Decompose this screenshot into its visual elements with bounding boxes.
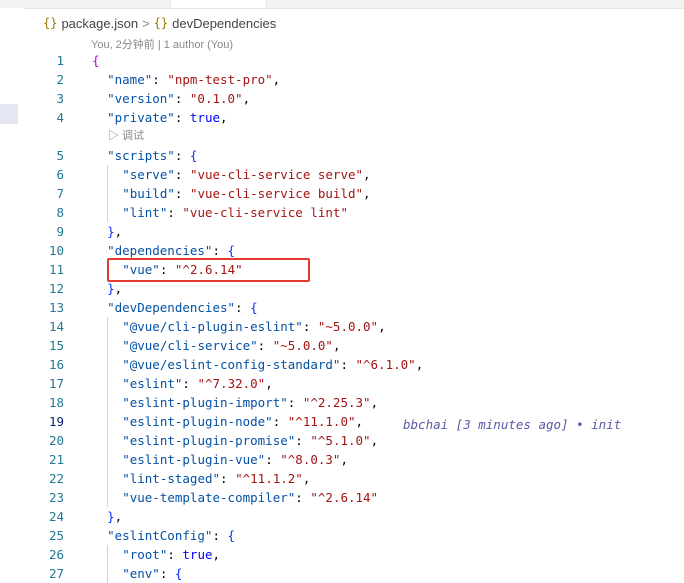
code-line[interactable]: 10 "dependencies": { bbox=[0, 241, 684, 260]
code-line[interactable]: 1{ bbox=[0, 51, 684, 70]
json-braces-icon: {} bbox=[153, 16, 169, 30]
code-line[interactable]: 18 "eslint-plugin-import": "^2.25.3", bbox=[0, 393, 684, 412]
code-line[interactable]: 22 "lint-staged": "^11.1.2", bbox=[0, 469, 684, 488]
line-number: 19 bbox=[48, 414, 64, 429]
git-blame-annotation: bbchai [3 minutes ago] • init bbox=[403, 417, 622, 432]
line-number: 26 bbox=[48, 547, 64, 562]
line-number: 21 bbox=[48, 452, 64, 467]
code-text[interactable]: "name": "npm-test-pro", bbox=[107, 70, 280, 89]
code-line[interactable]: 5 "scripts": { bbox=[0, 146, 684, 165]
line-number: 2 bbox=[56, 72, 64, 87]
line-number: 15 bbox=[48, 338, 64, 353]
line-number: 17 bbox=[48, 376, 64, 391]
tab-bar bbox=[0, 0, 684, 9]
line-number: 11 bbox=[48, 262, 64, 277]
code-text[interactable]: "@vue/eslint-config-standard": "^6.1.0", bbox=[122, 355, 423, 374]
code-text[interactable]: }, bbox=[107, 507, 122, 526]
line-number: 27 bbox=[48, 566, 64, 581]
code-line[interactable]: 23 "vue-template-compiler": "^2.6.14" bbox=[0, 488, 684, 507]
code-line[interactable]: 15 "@vue/cli-service": "~5.0.0", bbox=[0, 336, 684, 355]
line-number: 23 bbox=[48, 490, 64, 505]
code-text[interactable]: "@vue/cli-service": "~5.0.0", bbox=[122, 336, 340, 355]
code-text[interactable]: "devDependencies": { bbox=[107, 298, 258, 317]
line-number: 5 bbox=[56, 148, 64, 163]
breadcrumb-section[interactable]: devDependencies bbox=[172, 16, 276, 31]
code-line[interactable]: 21 "eslint-plugin-vue": "^8.0.3", bbox=[0, 450, 684, 469]
code-text[interactable]: "lint-staged": "^11.1.2", bbox=[122, 469, 310, 488]
breadcrumb-file[interactable]: package.json bbox=[61, 16, 138, 31]
code-text[interactable]: "build": "vue-cli-service build", bbox=[122, 184, 370, 203]
codelens-debug-button[interactable]: ▷ 调试 bbox=[108, 127, 144, 143]
code-line[interactable]: 16 "@vue/eslint-config-standard": "^6.1.0… bbox=[0, 355, 684, 374]
code-line[interactable]: 12}, bbox=[0, 279, 684, 298]
line-number: 18 bbox=[48, 395, 64, 410]
code-text[interactable]: "lint": "vue-cli-service lint" bbox=[122, 203, 348, 222]
code-text[interactable]: "eslint-plugin-import": "^2.25.3", bbox=[122, 393, 378, 412]
indent-guide bbox=[107, 317, 109, 507]
line-number: 24 bbox=[48, 509, 64, 524]
line-number: 4 bbox=[56, 110, 64, 125]
code-text[interactable]: "env": { bbox=[122, 564, 182, 583]
line-number: 22 bbox=[48, 471, 64, 486]
code-text[interactable]: "private": true, bbox=[107, 108, 227, 127]
code-line[interactable]: 27 "env": { bbox=[0, 564, 684, 583]
line-number: 1 bbox=[56, 53, 64, 68]
code-line[interactable]: 26 "root": true, bbox=[0, 545, 684, 564]
code-line[interactable]: 25 "eslintConfig": { bbox=[0, 526, 684, 545]
indent-guide bbox=[107, 545, 109, 583]
line-number: 7 bbox=[56, 186, 64, 201]
code-text[interactable]: "root": true, bbox=[122, 545, 220, 564]
line-number: 10 bbox=[48, 243, 64, 258]
code-text[interactable]: { bbox=[92, 51, 100, 70]
line-number: 12 bbox=[48, 281, 64, 296]
code-line[interactable]: 2 "name": "npm-test-pro", bbox=[0, 70, 684, 89]
code-text[interactable]: "scripts": { bbox=[107, 146, 197, 165]
code-text[interactable]: "@vue/cli-plugin-eslint": "~5.0.0", bbox=[122, 317, 385, 336]
line-number: 6 bbox=[56, 167, 64, 182]
code-line[interactable]: 11 "vue": "^2.6.14" bbox=[0, 260, 684, 279]
line-number: 25 bbox=[48, 528, 64, 543]
code-line[interactable]: 17 "eslint": "^7.32.0", bbox=[0, 374, 684, 393]
code-text[interactable]: "eslintConfig": { bbox=[107, 526, 235, 545]
line-number: 13 bbox=[48, 300, 64, 315]
line-number: 8 bbox=[56, 205, 64, 220]
line-number: 3 bbox=[56, 91, 64, 106]
code-line[interactable]: 24}, bbox=[0, 507, 684, 526]
tab-package-json[interactable] bbox=[170, 0, 267, 8]
code-line[interactable]: 6 "serve": "vue-cli-service serve", bbox=[0, 165, 684, 184]
code-line[interactable]: 14 "@vue/cli-plugin-eslint": "~5.0.0", bbox=[0, 317, 684, 336]
code-text[interactable]: "serve": "vue-cli-service serve", bbox=[122, 165, 370, 184]
code-text[interactable]: "eslint-plugin-vue": "^8.0.3", bbox=[122, 450, 348, 469]
line-number: 16 bbox=[48, 357, 64, 372]
code-line[interactable]: 4 "private": true, bbox=[0, 108, 684, 127]
code-line[interactable]: 9}, bbox=[0, 222, 684, 241]
indent-guide bbox=[107, 165, 109, 222]
code-line[interactable]: 7 "build": "vue-cli-service build", bbox=[0, 184, 684, 203]
line-number: 9 bbox=[56, 224, 64, 239]
codelens-author[interactable]: You, 2分钟前 | 1 author (You) bbox=[91, 36, 233, 52]
breadcrumb-separator: > bbox=[142, 15, 150, 31]
code-text[interactable]: "eslint-plugin-promise": "^5.1.0", bbox=[122, 431, 378, 450]
breadcrumb: {} package.json > {} devDependencies bbox=[43, 14, 276, 32]
code-text[interactable]: "version": "0.1.0", bbox=[107, 89, 250, 108]
code-line[interactable]: 3 "version": "0.1.0", bbox=[0, 89, 684, 108]
code-text[interactable]: "vue-template-compiler": "^2.6.14" bbox=[122, 488, 378, 507]
line-number: 14 bbox=[48, 319, 64, 334]
code-text[interactable]: }, bbox=[107, 222, 122, 241]
code-text[interactable]: "eslint": "^7.32.0", bbox=[122, 374, 273, 393]
code-text[interactable]: "eslint-plugin-node": "^11.1.0", bbox=[122, 412, 363, 431]
json-braces-icon: {} bbox=[43, 16, 58, 30]
line-number: 20 bbox=[48, 433, 64, 448]
code-line[interactable]: 8 "lint": "vue-cli-service lint" bbox=[0, 203, 684, 222]
code-line[interactable]: 13 "devDependencies": { bbox=[0, 298, 684, 317]
annotation-highlight-box bbox=[107, 258, 310, 282]
